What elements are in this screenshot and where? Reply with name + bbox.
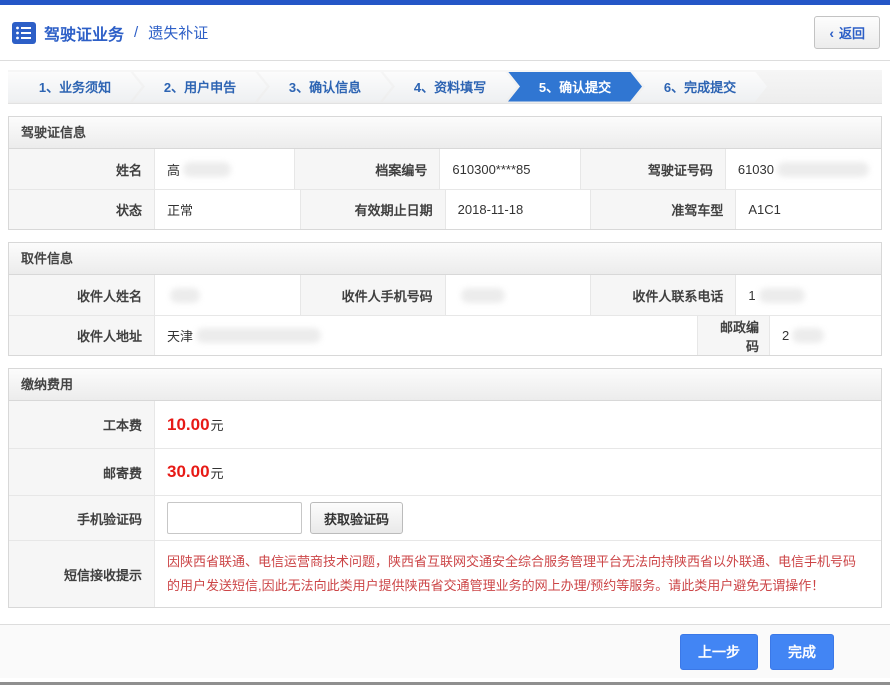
name-label: 姓名 — [9, 149, 154, 189]
step-4-fill-data[interactable]: 4、资料填写 — [383, 72, 517, 102]
list-icon — [12, 22, 36, 44]
recipient-mobile-value — [445, 275, 591, 315]
file-number-value: 610300****85 — [439, 149, 579, 189]
expiry-date-label: 有效期止日期 — [300, 190, 445, 229]
breadcrumb: 驾驶证业务 / 遗失补证 — [12, 21, 208, 45]
production-fee-label: 工本费 — [9, 401, 154, 448]
vehicle-class-label: 准驾车型 — [590, 190, 735, 229]
pickup-info-section: 取件信息 收件人姓名 收件人手机号码 收件人联系电话 1 收件人地址 天津 邮政… — [8, 242, 882, 356]
status-label: 状态 — [9, 190, 154, 229]
back-chevron-icon: ‹ — [829, 26, 834, 40]
back-button[interactable]: ‹ 返回 — [814, 16, 880, 49]
recipient-name-label: 收件人姓名 — [9, 275, 154, 315]
redacted-value — [170, 288, 200, 303]
fee-unit: 元 — [211, 415, 224, 434]
redacted-value — [792, 328, 824, 343]
value-text: 2 — [782, 328, 789, 343]
value-text: 61030 — [738, 162, 774, 177]
redacted-value — [759, 288, 805, 303]
recipient-phone-label: 收件人联系电话 — [590, 275, 735, 315]
vehicle-class-value: A1C1 — [735, 190, 881, 229]
value-text: 高 — [167, 160, 180, 179]
previous-step-button[interactable]: 上一步 — [680, 634, 758, 670]
sms-code-field-area: 获取验证码 — [154, 496, 881, 540]
production-fee-value: 10.00 元 — [154, 401, 881, 448]
step-3-confirm-info[interactable]: 3、确认信息 — [258, 72, 392, 102]
page-subtitle: 遗失补证 — [148, 22, 208, 43]
license-number-label: 驾驶证号码 — [580, 149, 725, 189]
step-label: 2、用户申告 — [164, 77, 236, 96]
value-text: A1C1 — [748, 202, 781, 217]
sms-code-label: 手机验证码 — [9, 496, 154, 540]
step-1-business-notice[interactable]: 1、业务须知 — [8, 72, 142, 102]
license-number-value: 61030 — [725, 149, 881, 189]
step-5-confirm-submit[interactable]: 5、确认提交 — [508, 72, 642, 102]
name-value: 高 — [154, 149, 294, 189]
section-title: 驾驶证信息 — [9, 117, 881, 149]
table-row: 手机验证码 获取验证码 — [9, 495, 881, 540]
recipient-name-value — [154, 275, 300, 315]
payment-section: 缴纳费用 工本费 10.00 元 邮寄费 30.00 元 手机验证码 获取验证码… — [8, 368, 882, 608]
postal-code-label: 邮政编码 — [697, 316, 769, 355]
step-label: 1、业务须知 — [39, 77, 111, 96]
table-row: 工本费 10.00 元 — [9, 401, 881, 448]
fee-amount: 10.00 — [167, 415, 210, 435]
value-text: 610300****85 — [452, 162, 530, 177]
table-row: 收件人姓名 收件人手机号码 收件人联系电话 1 — [9, 275, 881, 315]
recipient-address-value: 天津 — [154, 316, 697, 355]
redacted-value — [461, 288, 505, 303]
value-text: 天津 — [167, 326, 193, 345]
step-progress-bar: 1、业务须知 2、用户申告 3、确认信息 4、资料填写 5、确认提交 6、完成提… — [8, 70, 882, 104]
step-label: 5、确认提交 — [539, 77, 611, 96]
get-code-button[interactable]: 获取验证码 — [310, 502, 403, 534]
recipient-mobile-label: 收件人手机号码 — [300, 275, 445, 315]
status-value: 正常 — [154, 190, 300, 229]
step-label: 3、确认信息 — [289, 77, 361, 96]
step-6-complete-submit[interactable]: 6、完成提交 — [633, 72, 767, 102]
license-info-section: 驾驶证信息 姓名 高 档案编号 610300****85 驾驶证号码 61030… — [8, 116, 882, 230]
back-button-label: 返回 — [839, 23, 865, 42]
table-row: 邮寄费 30.00 元 — [9, 448, 881, 495]
redacted-value — [196, 328, 321, 343]
page-title: 驾驶证业务 — [44, 21, 124, 45]
table-row: 短信接收提示 因陕西省联通、电信运营商技术问题，陕西省互联网交通安全综合服务管理… — [9, 540, 881, 607]
postal-code-value: 2 — [769, 316, 881, 355]
expiry-date-value: 2018-11-18 — [445, 190, 591, 229]
redacted-value — [183, 162, 231, 177]
breadcrumb-separator: / — [134, 24, 138, 41]
value-text: 正常 — [167, 200, 193, 219]
value-text: 2018-11-18 — [458, 202, 524, 217]
postage-fee-label: 邮寄费 — [9, 449, 154, 495]
step-2-user-declaration[interactable]: 2、用户申告 — [133, 72, 267, 102]
postage-fee-value: 30.00 元 — [154, 449, 881, 495]
section-title: 取件信息 — [9, 243, 881, 275]
table-row: 收件人地址 天津 邮政编码 2 — [9, 315, 881, 355]
sms-notice-label: 短信接收提示 — [9, 541, 154, 607]
page-header: 驾驶证业务 / 遗失补证 ‹ 返回 — [0, 5, 890, 61]
redacted-value — [777, 162, 869, 177]
fee-unit: 元 — [211, 463, 224, 482]
sms-notice-text: 因陕西省联通、电信运营商技术问题，陕西省互联网交通安全综合服务管理平台无法向持陕… — [155, 541, 881, 607]
sms-code-input[interactable] — [167, 502, 302, 534]
table-row: 姓名 高 档案编号 610300****85 驾驶证号码 61030 — [9, 149, 881, 189]
section-title: 缴纳费用 — [9, 369, 881, 401]
recipient-address-label: 收件人地址 — [9, 316, 154, 355]
sms-notice-value: 因陕西省联通、电信运营商技术问题，陕西省互联网交通安全综合服务管理平台无法向持陕… — [154, 541, 881, 607]
step-label: 6、完成提交 — [664, 77, 736, 96]
recipient-phone-value: 1 — [735, 275, 881, 315]
fee-amount: 30.00 — [167, 462, 210, 482]
finish-button[interactable]: 完成 — [770, 634, 834, 670]
value-text: 1 — [748, 288, 755, 303]
table-row: 状态 正常 有效期止日期 2018-11-18 准驾车型 A1C1 — [9, 189, 881, 229]
file-number-label: 档案编号 — [294, 149, 439, 189]
footer-action-bar: 上一步 完成 — [0, 624, 890, 678]
step-label: 4、资料填写 — [414, 77, 486, 96]
